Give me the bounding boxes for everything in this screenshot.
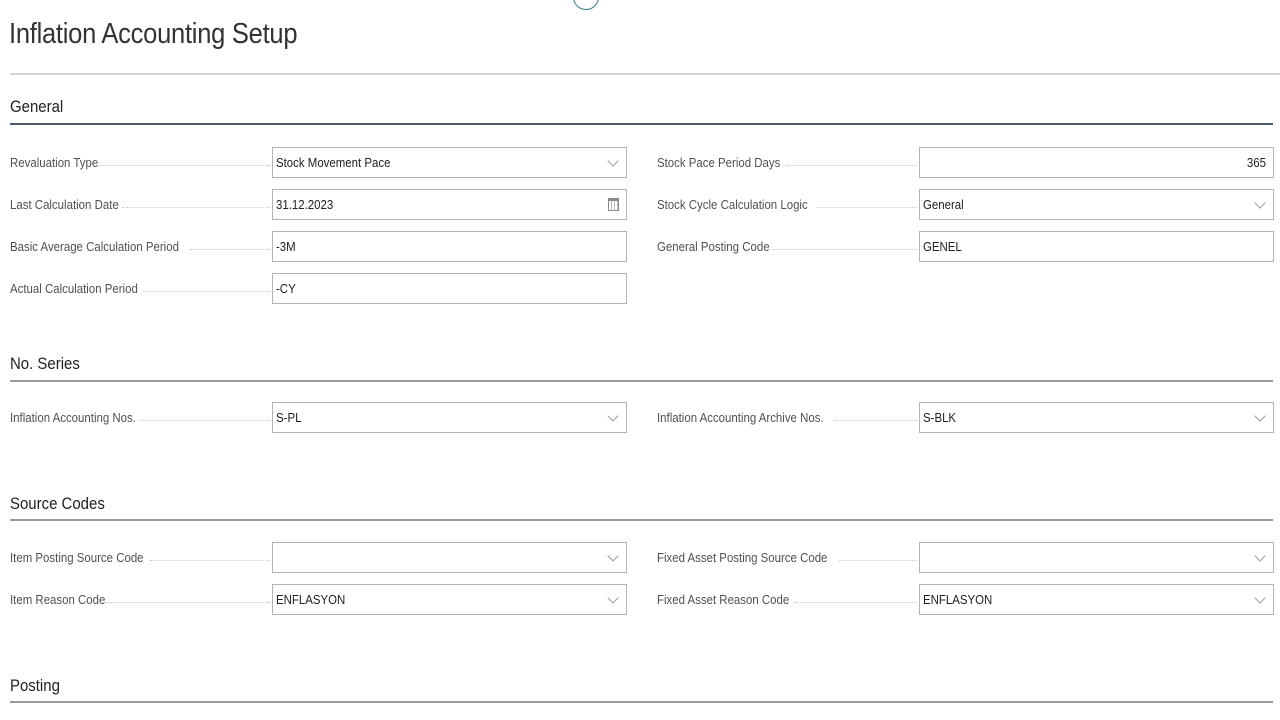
leader-dots (834, 419, 917, 421)
field-inflation-accounting-nos: Inflation Accounting Nos. S-PL (10, 402, 627, 433)
chevron-down-icon[interactable] (607, 549, 619, 562)
field-label: Revaluation Type (10, 155, 99, 170)
field-value: ENFLASYON (923, 592, 993, 607)
field-label: Actual Calculation Period (10, 281, 138, 296)
field-label: Item Posting Source Code (10, 550, 144, 565)
field-value: Stock Movement Pace (276, 155, 391, 170)
field-general-posting-code: General Posting Code GENEL (657, 231, 1274, 262)
field-label: Basic Average Calculation Period (10, 239, 179, 254)
field-value: -CY (276, 281, 296, 296)
chevron-down-icon[interactable] (1254, 591, 1266, 604)
basic-average-calculation-period-input[interactable]: -3M (272, 231, 627, 262)
scroll-indicator-icon (573, 0, 599, 10)
chevron-down-icon[interactable] (1254, 196, 1266, 209)
section-title-no-series[interactable]: No. Series (10, 354, 80, 374)
section-divider-no-series (10, 380, 1273, 382)
section-divider-source-codes (10, 519, 1273, 521)
actual-calculation-period-input[interactable]: -CY (272, 273, 627, 304)
inflation-accounting-nos-dropdown[interactable]: S-PL (272, 402, 627, 433)
leader-dots (149, 559, 270, 561)
leader-dots (772, 248, 917, 250)
field-fixed-asset-reason-code: Fixed Asset Reason Code ENFLASYON (657, 584, 1274, 615)
last-calculation-date-input[interactable]: 31.12.2023 (272, 189, 627, 220)
general-posting-code-input[interactable]: GENEL (919, 231, 1274, 262)
stock-cycle-calculation-logic-dropdown[interactable]: General (919, 189, 1274, 220)
chevron-down-icon[interactable] (607, 409, 619, 422)
field-inflation-accounting-archive-nos: Inflation Accounting Archive Nos. S-BLK (657, 402, 1274, 433)
field-stock-pace-period-days: Stock Pace Period Days 365 (657, 147, 1274, 178)
leader-dots (106, 601, 270, 603)
field-value: S-BLK (923, 410, 957, 425)
field-revaluation-type: Revaluation Type Stock Movement Pace (10, 147, 627, 178)
section-divider-general (10, 123, 1273, 125)
leader-dots (190, 248, 270, 250)
field-last-calculation-date: Last Calculation Date 31.12.2023 (10, 189, 627, 220)
leader-dots (838, 559, 917, 561)
section-title-general[interactable]: General (10, 97, 63, 117)
chevron-down-icon[interactable] (1254, 549, 1266, 562)
section-title-posting[interactable]: Posting (10, 676, 60, 696)
field-basic-average-calculation-period: Basic Average Calculation Period -3M (10, 231, 627, 262)
field-label: Fixed Asset Posting Source Code (657, 550, 828, 565)
field-label: General Posting Code (657, 239, 770, 254)
field-label: Inflation Accounting Nos. (10, 410, 136, 425)
field-item-reason-code: Item Reason Code ENFLASYON (10, 584, 627, 615)
field-label: Last Calculation Date (10, 197, 119, 212)
field-value: S-PL (276, 410, 302, 425)
field-item-posting-source-code: Item Posting Source Code (10, 542, 627, 573)
leader-dots (121, 206, 270, 208)
section-divider-posting (10, 701, 1273, 703)
page-title: Inflation Accounting Setup (9, 18, 298, 50)
revaluation-type-dropdown[interactable]: Stock Movement Pace (272, 147, 627, 178)
header-divider (10, 73, 1280, 75)
field-label: Stock Cycle Calculation Logic (657, 197, 808, 212)
item-reason-code-dropdown[interactable]: ENFLASYON (272, 584, 627, 615)
fixed-asset-reason-code-dropdown[interactable]: ENFLASYON (919, 584, 1274, 615)
field-actual-calculation-period: Actual Calculation Period -CY (10, 273, 627, 304)
leader-dots (143, 290, 270, 292)
section-title-source-codes[interactable]: Source Codes (10, 494, 105, 514)
field-stock-cycle-calculation-logic: Stock Cycle Calculation Logic General (657, 189, 1274, 220)
leader-dots (795, 601, 917, 603)
field-label: Stock Pace Period Days (657, 155, 781, 170)
leader-dots (98, 164, 270, 166)
chevron-down-icon[interactable] (607, 591, 619, 604)
field-value: -3M (276, 239, 296, 254)
chevron-down-icon[interactable] (607, 154, 619, 167)
inflation-accounting-archive-nos-dropdown[interactable]: S-BLK (919, 402, 1274, 433)
field-label: Fixed Asset Reason Code (657, 592, 790, 607)
field-value: 365 (1246, 155, 1266, 170)
chevron-down-icon[interactable] (1254, 409, 1266, 422)
field-value: ENFLASYON (276, 592, 346, 607)
field-label: Inflation Accounting Archive Nos. (657, 410, 824, 425)
calendar-icon[interactable] (608, 198, 619, 211)
fixed-asset-posting-source-code-dropdown[interactable] (919, 542, 1274, 573)
stock-pace-period-days-input[interactable]: 365 (919, 147, 1274, 178)
leader-dots (816, 206, 917, 208)
field-label: Item Reason Code (10, 592, 106, 607)
field-value: GENEL (923, 239, 962, 254)
field-value: 31.12.2023 (276, 197, 334, 212)
field-value: General (923, 197, 964, 212)
leader-dots (785, 164, 917, 166)
item-posting-source-code-dropdown[interactable] (272, 542, 627, 573)
leader-dots (141, 419, 270, 421)
field-fixed-asset-posting-source-code: Fixed Asset Posting Source Code (657, 542, 1274, 573)
